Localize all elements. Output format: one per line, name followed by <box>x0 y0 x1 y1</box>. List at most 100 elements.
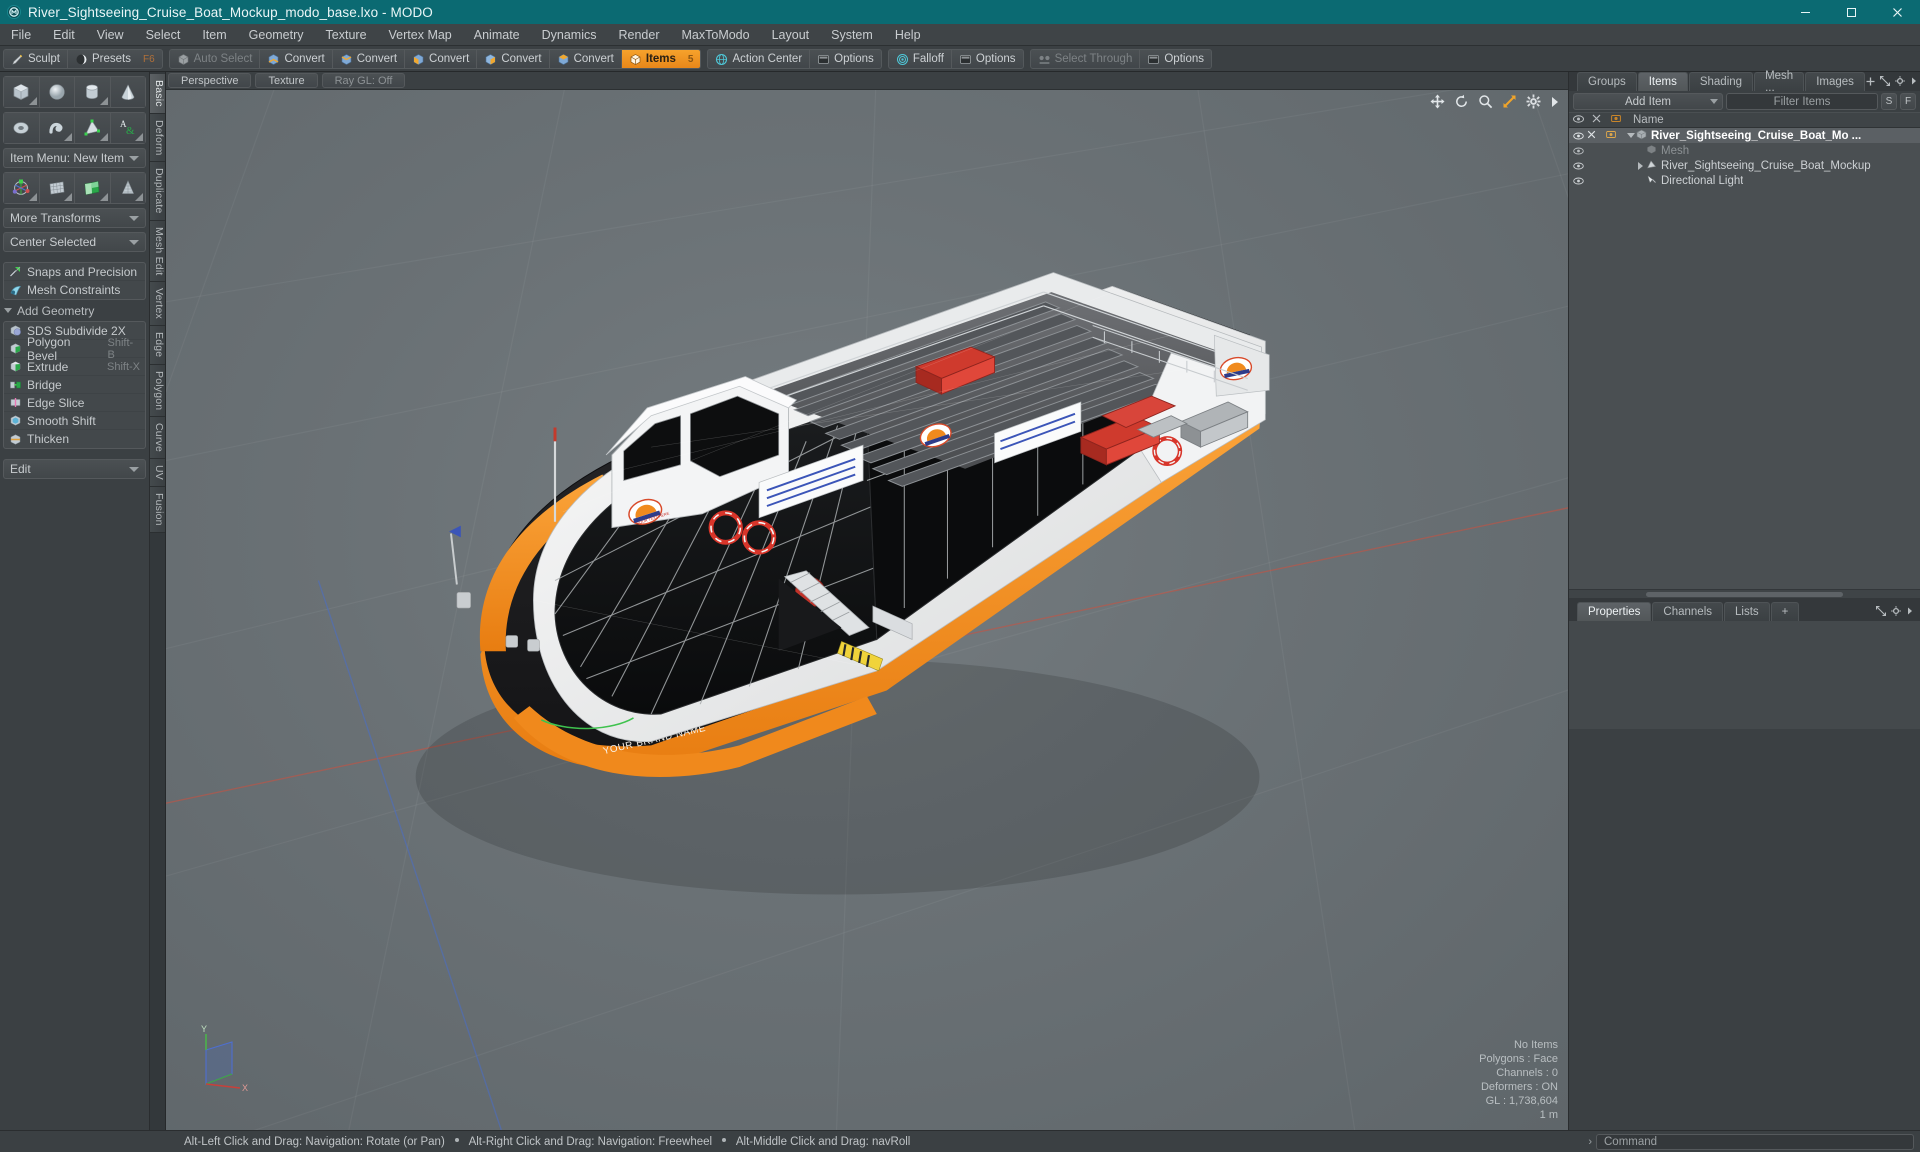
vtab-polygon[interactable]: Polygon <box>150 364 165 418</box>
tab-lists[interactable]: Lists <box>1724 602 1770 621</box>
smooth-shift-item[interactable]: Smooth Shift <box>4 412 145 430</box>
edit-dropdown[interactable]: Edit <box>3 459 146 479</box>
menu-geometry[interactable]: Geometry <box>238 24 315 46</box>
items-tree[interactable]: River_Sightseeing_Cruise_Boat_Mo ... Mes… <box>1569 128 1920 589</box>
sphere-icon[interactable] <box>39 77 75 107</box>
cone-icon[interactable] <box>110 77 145 107</box>
more-icon[interactable] <box>1906 604 1914 619</box>
presets-button[interactable]: Presets F6 <box>67 50 162 68</box>
menu-layout[interactable]: Layout <box>761 24 821 46</box>
more-icon[interactable] <box>1550 95 1560 109</box>
items-button[interactable]: Items 5 <box>621 50 701 68</box>
torus-icon[interactable] <box>4 113 40 143</box>
close-button[interactable] <box>1874 0 1920 24</box>
convert-item-button[interactable]: Convert <box>549 50 622 68</box>
tube-icon[interactable] <box>39 113 75 143</box>
row-expander[interactable] <box>1625 133 1636 138</box>
falloff-mesh-icon[interactable] <box>110 173 145 203</box>
table-row[interactable]: River_Sightseeing_Cruise_Boat_Mockup <box>1569 158 1920 173</box>
table-row[interactable]: Mesh <box>1569 143 1920 158</box>
menu-item[interactable]: Item <box>191 24 237 46</box>
menu-texture[interactable]: Texture <box>315 24 378 46</box>
menu-view[interactable]: View <box>86 24 135 46</box>
vtab-mesh-edit[interactable]: Mesh Edit <box>150 220 165 283</box>
expand-icon[interactable] <box>1875 604 1887 619</box>
table-row[interactable]: River_Sightseeing_Cruise_Boat_Mo ... <box>1569 128 1920 143</box>
boat-3d-model[interactable]: YOUR BRAND NAME <box>166 90 1568 1130</box>
menu-vertex-map[interactable]: Vertex Map <box>378 24 463 46</box>
move-icon[interactable] <box>1430 94 1445 109</box>
row-expander[interactable] <box>1635 161 1646 170</box>
table-row[interactable]: Directional Light <box>1569 173 1920 188</box>
row-lock-icon[interactable] <box>1587 130 1606 142</box>
menu-help[interactable]: Help <box>884 24 932 46</box>
menu-select[interactable]: Select <box>135 24 192 46</box>
filter-s-button[interactable]: S <box>1881 93 1897 110</box>
items-horizontal-scrollbar[interactable] <box>1569 589 1920 598</box>
tab-shading[interactable]: Shading <box>1688 72 1754 91</box>
select-through-options-button[interactable]: Options <box>1140 50 1211 68</box>
minimize-button[interactable] <box>1782 0 1828 24</box>
vtab-basic[interactable]: Basic <box>150 74 165 114</box>
command-input[interactable]: Command <box>1596 1133 1914 1150</box>
add-geometry-section[interactable]: Add Geometry <box>0 302 149 319</box>
mesh-constraints-item[interactable]: Mesh Constraints <box>4 281 145 299</box>
tab-images[interactable]: Images <box>1805 72 1865 91</box>
row-render-icon[interactable] <box>1606 130 1625 142</box>
vtab-uv[interactable]: UV <box>150 459 165 488</box>
bridge-item[interactable]: Bridge <box>4 376 145 394</box>
row-visibility-icon[interactable] <box>1569 132 1587 140</box>
convert-edge-button[interactable]: Convert <box>332 50 406 68</box>
auto-select-button[interactable]: Auto Select <box>169 50 261 68</box>
text-icon[interactable]: A & <box>110 113 145 143</box>
vtab-vertex[interactable]: Vertex <box>150 282 165 327</box>
menu-maxtomodo[interactable]: MaxToModo <box>671 24 761 46</box>
rotate-icon[interactable] <box>1454 94 1469 109</box>
gear-icon[interactable] <box>1895 74 1905 89</box>
transform-gizmo-icon[interactable] <box>4 173 40 203</box>
menu-render[interactable]: Render <box>608 24 671 46</box>
tab-channels[interactable]: Channels <box>1652 602 1724 621</box>
vtab-duplicate[interactable]: Duplicate <box>150 162 165 221</box>
vtab-deform[interactable]: Deform <box>150 113 165 163</box>
action-center-options-button[interactable]: Options <box>810 50 881 68</box>
vtab-curve[interactable]: Curve <box>150 417 165 460</box>
gear-icon[interactable] <box>1891 604 1901 619</box>
polygon-bevel-item[interactable]: Polygon Bevel Shift-B <box>4 335 145 363</box>
select-through-button[interactable]: Select Through <box>1030 50 1141 68</box>
row-visibility-icon[interactable] <box>1569 177 1587 185</box>
cube-icon[interactable] <box>4 77 40 107</box>
uv-checker-icon[interactable] <box>75 173 111 203</box>
filter-f-button[interactable]: F <box>1900 93 1916 110</box>
falloff-options-button[interactable]: Options <box>951 50 1023 68</box>
vtab-edge[interactable]: Edge <box>150 326 165 365</box>
action-center-button[interactable]: Action Center <box>708 50 811 68</box>
tab-groups[interactable]: Groups <box>1577 72 1637 91</box>
mesh-grid-icon[interactable] <box>39 173 75 203</box>
menu-animate[interactable]: Animate <box>463 24 531 46</box>
convert-material-button[interactable]: Convert <box>477 50 550 68</box>
fit-icon[interactable] <box>1502 94 1517 109</box>
more-transforms-dropdown[interactable]: More Transforms <box>3 208 146 228</box>
add-tab-icon[interactable] <box>1866 74 1875 89</box>
item-menu-dropdown[interactable]: Item Menu: New Item <box>3 148 146 168</box>
center-selected-dropdown[interactable]: Center Selected <box>3 232 146 252</box>
gear-icon[interactable] <box>1526 94 1541 109</box>
polygon-icon[interactable] <box>75 113 111 143</box>
viewport-canvas[interactable]: YOUR BRAND NAME <box>166 90 1568 1130</box>
convert-vertex-button[interactable]: Convert <box>260 50 333 68</box>
thicken-item[interactable]: Thicken <box>4 430 145 448</box>
convert-polygon-button[interactable]: Convert <box>405 50 478 68</box>
tab-mesh[interactable]: Mesh ... <box>1754 70 1805 94</box>
menu-system[interactable]: System <box>820 24 884 46</box>
snaps-and-precision-item[interactable]: Snaps and Precision <box>4 263 145 281</box>
viewport-raygl-toggle[interactable]: Ray GL: Off <box>321 73 406 88</box>
filter-items-input[interactable]: Filter Items <box>1726 93 1878 110</box>
viewport-mode-perspective[interactable]: Perspective <box>168 73 252 88</box>
row-visibility-icon[interactable] <box>1569 147 1587 155</box>
row-visibility-icon[interactable] <box>1569 162 1587 170</box>
menu-edit[interactable]: Edit <box>42 24 86 46</box>
add-item-button[interactable]: Add Item <box>1573 93 1723 110</box>
tab-properties[interactable]: Properties <box>1577 602 1652 621</box>
more-icon[interactable] <box>1910 74 1918 89</box>
